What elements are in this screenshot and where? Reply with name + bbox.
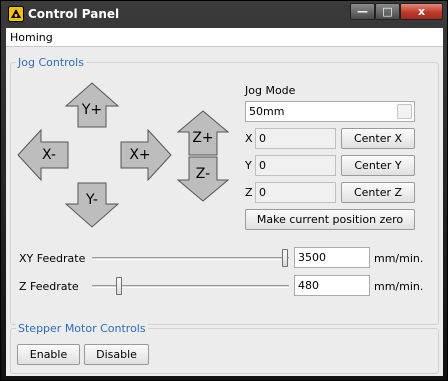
center-z-button[interactable]: Center Z [341, 182, 415, 203]
control-panel-window: Control Panel — □ x Homing Jog Controls … [0, 0, 448, 381]
jog-x-minus-label: X- [42, 147, 56, 163]
z-feedrate-label: Z Feedrate [19, 280, 79, 293]
z-feedrate-value: 480 [298, 279, 319, 292]
xy-feedrate-value: 3500 [298, 251, 326, 264]
jog-x-plus-label: X+ [129, 147, 151, 163]
axis-z-field[interactable]: 0 [255, 182, 336, 203]
axis-x-field[interactable]: 0 [255, 128, 336, 149]
z-feedrate-unit: mm/min. [374, 280, 424, 293]
maximize-icon: □ [382, 5, 393, 18]
xy-feedrate-unit: mm/min. [374, 252, 424, 265]
menu-homing[interactable]: Homing [10, 31, 53, 44]
z-feedrate-field[interactable]: 480 [294, 275, 370, 296]
axis-z-label: Z [245, 186, 253, 199]
axis-y-field[interactable]: 0 [255, 155, 336, 176]
disable-button[interactable]: Disable [84, 344, 149, 365]
jog-y-plus-label: Y+ [81, 102, 103, 118]
center-y-button[interactable]: Center Y [341, 155, 415, 176]
axis-x-label: X [245, 132, 253, 145]
app-icon [8, 6, 24, 22]
close-button[interactable]: x [400, 3, 443, 20]
make-position-zero-button[interactable]: Make current position zero [245, 209, 415, 230]
axis-y-label: Y [245, 159, 252, 172]
jog-y-minus-label: Y- [86, 192, 98, 208]
jog-mode-select[interactable]: 50mm [245, 101, 415, 122]
jog-controls-title: Jog Controls [16, 56, 86, 69]
stepper-controls-title: Stepper Motor Controls [16, 322, 148, 335]
menu-bar: Homing [6, 28, 443, 47]
axis-z-value: 0 [259, 186, 266, 199]
enable-button[interactable]: Enable [17, 344, 80, 365]
window-title: Control Panel [28, 7, 120, 21]
jog-mode-dropdown-icon[interactable] [397, 104, 412, 119]
title-bar[interactable]: Control Panel — □ x [1, 1, 447, 28]
z-feedrate-slider-handle[interactable] [116, 277, 122, 295]
jog-mode-value: 50mm [249, 105, 285, 118]
jog-y-minus-button[interactable]: Y- [65, 182, 119, 228]
maximize-button[interactable]: □ [375, 3, 400, 20]
jog-z-plus-label: Z+ [192, 130, 214, 146]
jog-z-minus-button[interactable]: Z- [177, 156, 229, 202]
jog-y-plus-button[interactable]: Y+ [65, 82, 119, 128]
axis-y-value: 0 [259, 159, 266, 172]
minimize-button[interactable]: — [350, 3, 375, 20]
window-client-area: Homing Jog Controls Y+ Y- X- X+ Z+ Z- Jo… [6, 28, 443, 376]
xy-feedrate-label: XY Feedrate [19, 252, 86, 265]
jog-z-minus-label: Z- [195, 166, 211, 182]
axis-x-value: 0 [259, 132, 266, 145]
xy-feedrate-slider-handle[interactable] [282, 249, 288, 267]
jog-x-plus-button[interactable]: X+ [120, 129, 172, 181]
minimize-icon: — [357, 5, 368, 18]
jog-x-minus-button[interactable]: X- [17, 129, 69, 181]
jog-z-plus-button[interactable]: Z+ [177, 110, 229, 156]
xy-feedrate-field[interactable]: 3500 [294, 247, 370, 268]
xy-feedrate-slider-track[interactable] [92, 257, 289, 260]
close-icon: x [417, 5, 426, 18]
jog-mode-label: Jog Mode [245, 84, 296, 97]
center-x-button[interactable]: Center X [341, 128, 415, 149]
